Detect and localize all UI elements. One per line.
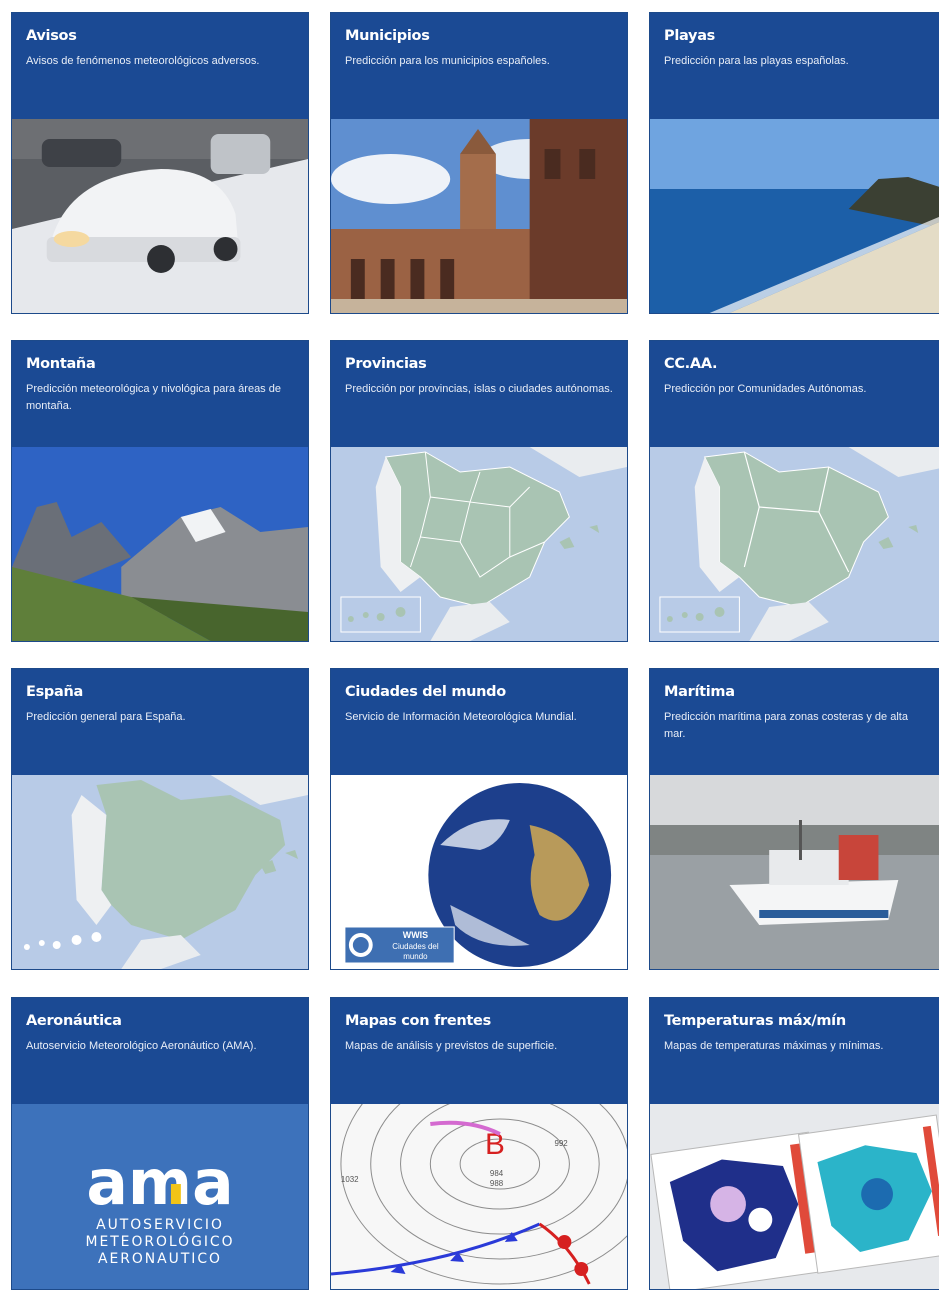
card-aeronautica[interactable]: Aeronáutica Autoservicio Meteorológico A…	[11, 997, 309, 1290]
card-description: Mapas de temperaturas máximas y mínimas.	[664, 1040, 884, 1052]
card-header: Montaña Predicción meteorológica y nivol…	[12, 341, 308, 447]
fishing-boat-photo	[650, 775, 939, 969]
card-title: Mapas con frentes	[345, 1013, 491, 1029]
card-header: Municipios Predicción para los municipio…	[331, 13, 627, 119]
card-description: Predicción meteorológica y nivológica pa…	[26, 383, 281, 412]
card-description: Predicción por Comunidades Autónomas.	[664, 383, 867, 395]
card-title: Avisos	[26, 28, 77, 44]
isobar-label-988: 988	[490, 1179, 504, 1188]
card-header: Avisos Avisos de fenómenos meteorológico…	[12, 13, 308, 119]
card-maritima[interactable]: Marítima Predicción marítima para zonas …	[649, 668, 939, 970]
earth-globe: WWIS Ciudades del mundo	[331, 775, 627, 969]
spain-map	[12, 775, 308, 969]
card-header: Ciudades del mundo Servicio de Informaci…	[331, 669, 627, 775]
card-espana[interactable]: España Predicción general para España.	[11, 668, 309, 970]
card-description: Avisos de fenómenos meteorológicos adver…	[26, 55, 260, 67]
card-title: Provincias	[345, 356, 427, 372]
card-avisos[interactable]: Avisos Avisos de fenómenos meteorológico…	[11, 12, 309, 314]
wmo-badge-line2: Ciudades del	[392, 942, 439, 951]
card-montana[interactable]: Montaña Predicción meteorológica y nivol…	[11, 340, 309, 642]
card-municipios[interactable]: Municipios Predicción para los municipio…	[330, 12, 628, 314]
card-header: CC.AA. Predicción por Comunidades Autóno…	[650, 341, 939, 447]
card-header: Provincias Predicción por provincias, is…	[331, 341, 627, 447]
isobar-label-984: 984	[490, 1169, 504, 1178]
card-header: Mapas con frentes Mapas de análisis y pr…	[331, 998, 627, 1104]
ama-line1: AUTOSERVICIO	[96, 1217, 224, 1233]
card-title: Municipios	[345, 28, 430, 44]
card-description: Autoservicio Meteorológico Aeronáutico (…	[26, 1040, 257, 1052]
card-temperaturas[interactable]: Temperaturas máx/mín Mapas de temperatur…	[649, 997, 939, 1290]
isobar-label-992: 992	[554, 1139, 568, 1148]
card-ccaa[interactable]: CC.AA. Predicción por Comunidades Autóno…	[649, 340, 939, 642]
card-header: Temperaturas máx/mín Mapas de temperatur…	[650, 998, 939, 1104]
card-header: Marítima Predicción marítima para zonas …	[650, 669, 939, 775]
card-description: Predicción por provincias, islas o ciuda…	[345, 383, 613, 395]
regions-map	[650, 447, 939, 641]
wmo-badge-line3: mundo	[403, 952, 428, 961]
card-title: Montaña	[26, 356, 96, 372]
card-description: Predicción marítima para zonas costeras …	[664, 711, 908, 740]
ama-wordmark: ama	[86, 1147, 233, 1219]
card-description: Servicio de Información Meteorológica Mu…	[345, 711, 577, 723]
card-header: Playas Predicción para las playas españo…	[650, 13, 939, 119]
card-description: Predicción general para España.	[26, 711, 186, 723]
temperature-maps	[650, 1104, 939, 1289]
card-ciudades-del-mundo[interactable]: Ciudades del mundo Servicio de Informaci…	[330, 668, 628, 970]
card-description: Predicción para los municipios españoles…	[345, 55, 550, 67]
card-header: Aeronáutica Autoservicio Meteorológico A…	[12, 998, 308, 1104]
ama-logo: ama AUTOSERVICIO METEOROLÓGICO AERONAUTI…	[12, 1104, 308, 1289]
card-title: Playas	[664, 28, 716, 44]
town-square-photo	[331, 119, 627, 313]
card-title: España	[26, 684, 84, 700]
provinces-map	[331, 447, 627, 641]
card-provincias[interactable]: Provincias Predicción por provincias, is…	[330, 340, 628, 642]
card-header: España Predicción general para España.	[12, 669, 308, 775]
card-playas[interactable]: Playas Predicción para las playas españo…	[649, 12, 939, 314]
card-mapas-con-frentes[interactable]: Mapas con frentes Mapas de análisis y pr…	[330, 997, 628, 1290]
card-title: Temperaturas máx/mín	[664, 1013, 846, 1029]
wmo-badge-line1: WWIS	[403, 930, 428, 940]
isobar-label-1032: 1032	[341, 1175, 359, 1184]
card-title: CC.AA.	[664, 356, 718, 372]
card-description: Predicción para las playas españolas.	[664, 55, 849, 67]
card-title: Aeronáutica	[26, 1013, 122, 1029]
snow-covered-car-photo	[12, 119, 308, 313]
card-description: Mapas de análisis y previstos de superfi…	[345, 1040, 558, 1052]
ama-line2: METEOROLÓGICO	[85, 1232, 234, 1250]
ama-line3: AERONAUTICO	[98, 1251, 222, 1267]
weather-fronts-map: B 984 988 1032 992	[331, 1104, 627, 1289]
mountain-photo	[12, 447, 308, 641]
card-title: Ciudades del mundo	[345, 684, 506, 700]
beach-photo	[650, 119, 939, 313]
card-title: Marítima	[664, 684, 735, 700]
